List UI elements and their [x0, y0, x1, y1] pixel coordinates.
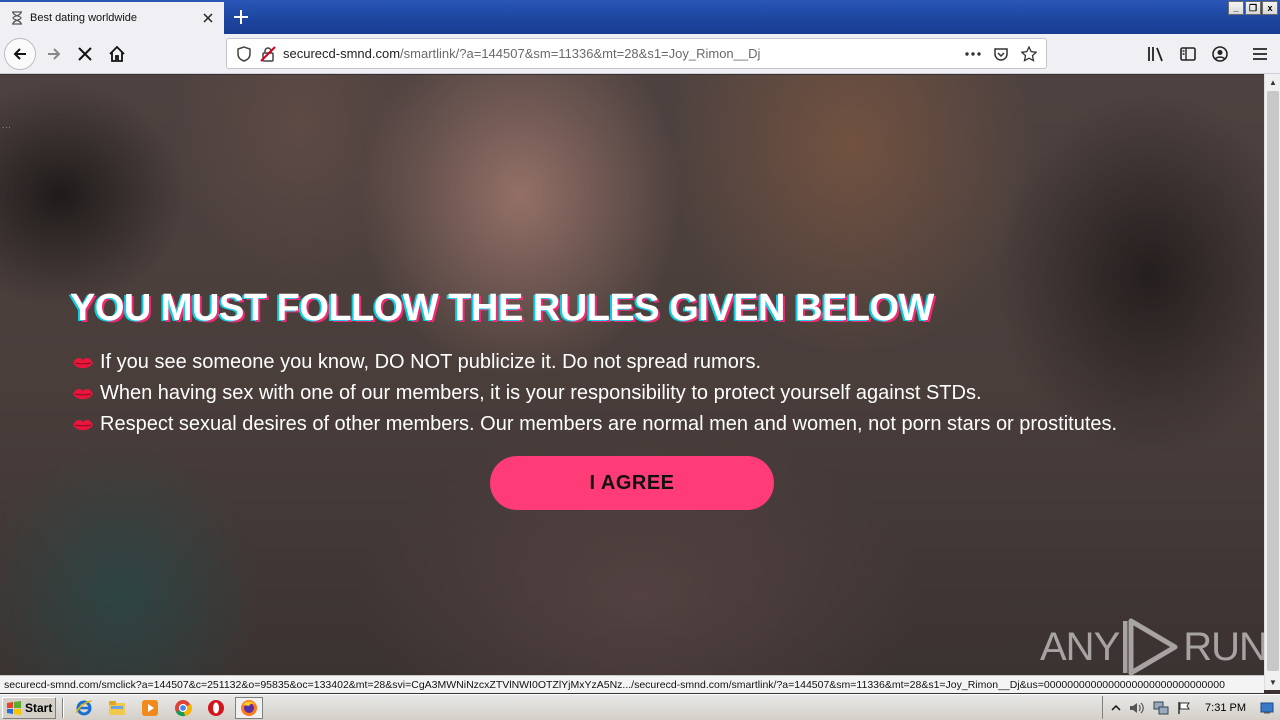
media-player-icon[interactable] — [136, 697, 164, 719]
opera-icon[interactable] — [202, 697, 230, 719]
insecure-lock-icon[interactable] — [259, 45, 277, 63]
close-window-button[interactable]: x — [1262, 1, 1278, 15]
rule-text: If you see someone you know, DO NOT publ… — [100, 351, 762, 373]
url-path: /smartlink/?a=144507&sm=11336&mt=28&s1=J… — [400, 46, 761, 61]
windows-taskbar: Start 7:31 PM — [0, 694, 1280, 720]
vertical-scrollbar[interactable]: ▲ ▼ — [1264, 74, 1280, 690]
loading-dots: ... — [2, 121, 12, 130]
account-icon[interactable] — [1204, 38, 1236, 70]
navigation-toolbar: securecd-smnd.com/smartlink/?a=144507&sm… — [0, 34, 1280, 74]
window-controls: _ ❐ x — [1228, 1, 1278, 15]
start-button[interactable]: Start — [2, 696, 56, 719]
sidebar-icon[interactable] — [1172, 38, 1204, 70]
firefox-icon[interactable] — [235, 696, 263, 719]
library-icon[interactable] — [1140, 38, 1172, 70]
browser-title-bar: Best dating worldwide _ ❐ x — [0, 0, 1280, 34]
watermark-left: ANY — [1040, 624, 1120, 669]
rule-item: If you see someone you know, DO NOT publ… — [72, 347, 1117, 378]
show-desktop-icon[interactable] — [1260, 702, 1274, 714]
lips-icon — [72, 417, 94, 433]
new-tab-button[interactable] — [228, 4, 254, 30]
address-bar[interactable]: securecd-smnd.com/smartlink/?a=144507&sm… — [226, 38, 1047, 69]
play-logo-icon — [1123, 618, 1178, 675]
tray-expand-icon[interactable] — [1111, 703, 1121, 713]
page-headline: YOU MUST FOLLOW THE RULES GIVEN BELOW — [70, 287, 934, 329]
hourglass-icon — [10, 11, 24, 25]
rule-text: When having sex with one of our members,… — [100, 382, 982, 404]
menu-icon[interactable] — [1244, 38, 1276, 70]
page-actions-icon[interactable] — [964, 45, 982, 63]
stop-loading-button[interactable] — [69, 38, 101, 70]
clock[interactable]: 7:31 PM — [1205, 702, 1246, 714]
page-content: ... YOU MUST FOLLOW THE RULES GIVEN BELO… — [0, 75, 1264, 675]
shield-icon[interactable] — [235, 45, 253, 63]
start-label: Start — [25, 700, 53, 715]
rule-item: Respect sexual desires of other members.… — [72, 409, 1117, 440]
back-button[interactable] — [4, 38, 36, 70]
restore-button[interactable]: ❐ — [1245, 1, 1261, 15]
network-icon[interactable] — [1153, 701, 1169, 715]
link-status-bar: securecd-smnd.com/smclick?a=144507&c=251… — [0, 675, 1264, 693]
ie-icon[interactable] — [70, 697, 98, 719]
agree-button[interactable]: I AGREE — [490, 456, 774, 510]
lips-icon — [72, 355, 94, 371]
rule-text: Respect sexual desires of other members.… — [100, 413, 1118, 435]
tab-close-icon[interactable] — [200, 10, 216, 26]
anyrun-watermark: ANY RUN — [1040, 617, 1264, 675]
chrome-icon[interactable] — [169, 697, 197, 719]
watermark-right: RUN — [1183, 624, 1264, 669]
home-button[interactable] — [101, 38, 133, 70]
url-text: securecd-smnd.com/smartlink/?a=144507&sm… — [283, 46, 964, 61]
tab-title: Best dating worldwide — [30, 12, 138, 24]
system-tray: 7:31 PM — [1102, 696, 1280, 719]
taskbar-separator — [62, 697, 64, 718]
lips-icon — [72, 386, 94, 402]
minimize-button[interactable]: _ — [1228, 1, 1244, 15]
bookmark-star-icon[interactable] — [1020, 45, 1038, 63]
scroll-thumb[interactable] — [1267, 91, 1279, 671]
pocket-icon[interactable] — [992, 45, 1010, 63]
windows-logo-icon — [7, 700, 21, 715]
explorer-icon[interactable] — [103, 697, 131, 719]
volume-icon[interactable] — [1129, 701, 1145, 715]
url-host: securecd-smnd.com — [283, 46, 401, 61]
action-center-flag-icon[interactable] — [1177, 701, 1191, 715]
forward-button[interactable] — [38, 38, 70, 70]
browser-tab[interactable]: Best dating worldwide — [0, 2, 224, 34]
rule-item: When having sex with one of our members,… — [72, 378, 1117, 409]
scroll-down-arrow-icon[interactable]: ▼ — [1265, 674, 1280, 690]
rules-list: If you see someone you know, DO NOT publ… — [72, 347, 1117, 440]
scroll-up-arrow-icon[interactable]: ▲ — [1265, 74, 1280, 90]
